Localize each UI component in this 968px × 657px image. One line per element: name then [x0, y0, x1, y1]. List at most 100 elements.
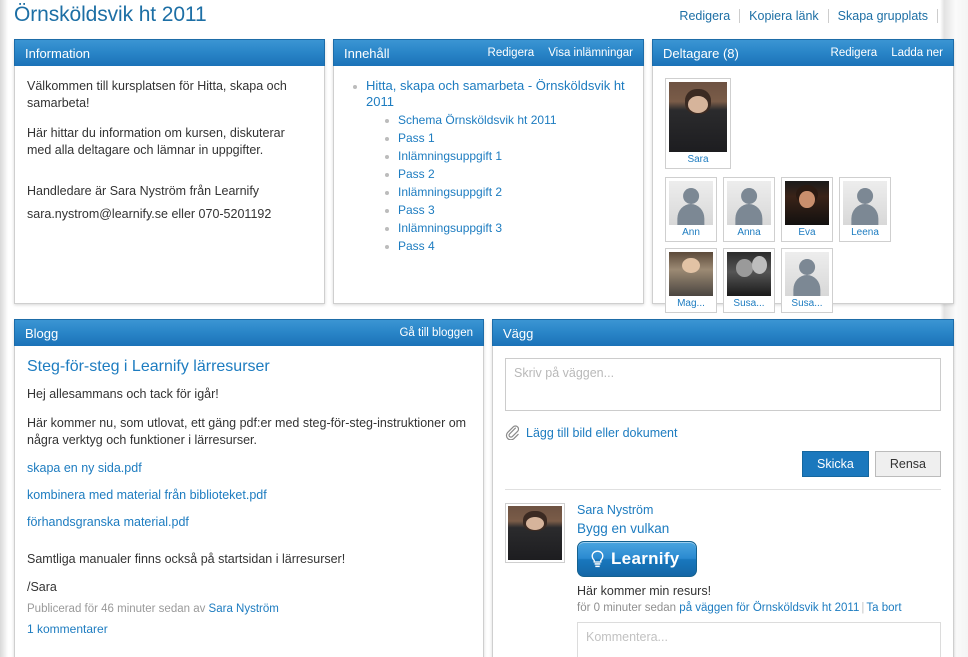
blog-attachment-link[interactable]: förhandsgranska material.pdf: [27, 515, 471, 529]
participant-card-featured[interactable]: Sara: [665, 78, 731, 169]
person-icon: [843, 181, 887, 225]
learnify-badge[interactable]: Learnify: [577, 541, 697, 577]
list-item[interactable]: Inlämningsuppgift 3: [382, 220, 631, 236]
list-item[interactable]: Pass 4: [382, 238, 631, 254]
content-item-link[interactable]: Pass 1: [398, 130, 631, 146]
create-group-link[interactable]: Skapa grupplats: [829, 9, 937, 23]
avatar[interactable]: [505, 503, 565, 563]
blog-author-link[interactable]: Sara Nyström: [209, 603, 279, 615]
content-item-link[interactable]: Inlämningsuppgift 3: [398, 220, 631, 236]
participant-name: Sara: [687, 154, 709, 165]
copy-link-link[interactable]: Kopiera länk: [740, 9, 828, 23]
blog-panel: Blogg Gå till bloggen Steg-för-steg i Le…: [14, 319, 484, 657]
blog-panel-actions: Gå till bloggen: [399, 327, 473, 339]
wall-attach-row: Lägg till bild eller dokument: [505, 425, 941, 441]
wall-clear-button[interactable]: Rensa: [874, 451, 941, 477]
top-action-links: Redigera Kopiera länk Skapa grupplats: [670, 9, 938, 23]
participant-name: Mag...: [677, 298, 705, 309]
participant-card[interactable]: Mag...: [665, 248, 717, 313]
blog-panel-header: Blogg Gå till bloggen: [14, 319, 484, 346]
content-item-link[interactable]: Pass 2: [398, 166, 631, 182]
wall-post-resource-title[interactable]: Bygg en vulkan: [577, 521, 941, 536]
page-title: Örnsköldsvik ht 2011: [14, 3, 207, 26]
participants-panel: Deltagare (8) Redigera Ladda ner Sara An…: [652, 39, 954, 313]
content-tree-children: Schema Örnsköldsvik ht 2011 Pass 1 Inläm…: [382, 112, 631, 254]
information-panel-header: Information: [14, 39, 325, 66]
list-item[interactable]: Inlämningsuppgift 2: [382, 184, 631, 200]
blog-attachment-link[interactable]: skapa en ny sida.pdf: [27, 461, 471, 475]
wall-panel-header: Vägg: [492, 319, 954, 346]
content-root-link[interactable]: Hitta, skapa och samarbeta - Örnsköldsvi…: [366, 78, 631, 110]
information-text: Välkommen till kursplatsen för Hitta, sk…: [27, 79, 287, 110]
participant-card[interactable]: Eva: [781, 177, 833, 242]
participant-card[interactable]: Leena: [839, 177, 891, 242]
divider: [937, 9, 938, 23]
wall-comment-input[interactable]: [577, 622, 941, 657]
participants-panel-body: Sara Ann Anna Eva Leena Mag... Susa... S…: [653, 66, 953, 323]
content-show-submissions-link[interactable]: Visa inlämningar: [548, 47, 633, 59]
content-panel-actions: Redigera Visa inlämningar: [488, 47, 633, 59]
page-root: Örnsköldsvik ht 2011 Redigera Kopiera lä…: [0, 0, 968, 657]
avatar: [669, 252, 713, 296]
lightbulb-icon: [590, 550, 605, 569]
content-tree: Hitta, skapa och samarbeta - Örnsköldsvi…: [350, 78, 631, 254]
list-item[interactable]: Schema Örnsköldsvik ht 2011: [382, 112, 631, 128]
information-panel: Information Välkommen till kursplatsen f…: [14, 39, 325, 304]
avatar: [843, 181, 887, 225]
content-item-link[interactable]: Schema Örnsköldsvik ht 2011: [398, 112, 631, 128]
avatar-photo: [508, 506, 562, 560]
blog-panel-title: Blogg: [25, 325, 59, 341]
go-to-blog-link[interactable]: Gå till bloggen: [399, 327, 473, 339]
content-item-link[interactable]: Inlämningsuppgift 1: [398, 148, 631, 164]
participant-name: Susa...: [733, 298, 765, 309]
participants-edit-link[interactable]: Redigera: [831, 47, 878, 59]
page-left-edge: [0, 0, 8, 657]
content-item-link[interactable]: Inlämningsuppgift 2: [398, 184, 631, 200]
wall-send-button[interactable]: Skicka: [802, 451, 869, 477]
blog-panel-body: Steg-för-steg i Learnify lärresurser Hej…: [15, 346, 483, 648]
participant-name: Leena: [851, 227, 879, 238]
avatar-image: [508, 506, 562, 560]
wall-post-author-link[interactable]: Sara Nyström: [577, 503, 941, 517]
wall-attach-link[interactable]: Lägg till bild eller dokument: [526, 426, 677, 440]
list-item[interactable]: Pass 2: [382, 166, 631, 182]
blog-greeting: Hej allesammans och tack för igår!: [27, 387, 219, 401]
participants-download-link[interactable]: Ladda ner: [891, 47, 943, 59]
content-tree-root-item[interactable]: Hitta, skapa och samarbeta - Örnsköldsvi…: [350, 78, 631, 254]
list-item[interactable]: Pass 3: [382, 202, 631, 218]
wall-compose-input[interactable]: [505, 358, 941, 411]
wall-post-delete-link[interactable]: Ta bort: [866, 602, 901, 614]
participants-panel-header: Deltagare (8) Redigera Ladda ner: [652, 39, 954, 66]
content-panel-title: Innehåll: [344, 45, 390, 61]
blog-attachment-link[interactable]: kombinera med material från biblioteket.…: [27, 488, 471, 502]
avatar: [669, 82, 727, 152]
information-paragraph: Här hittar du information om kursen, dis…: [27, 125, 312, 159]
information-contact-email: sara.nystrom@learnify.se eller 070-52011…: [27, 207, 272, 221]
list-item[interactable]: Inlämningsuppgift 1: [382, 148, 631, 164]
participant-card[interactable]: Susa...: [723, 248, 775, 313]
person-icon: [727, 181, 771, 225]
avatar: [785, 252, 829, 296]
edit-link[interactable]: Redigera: [670, 9, 739, 23]
information-panel-body: Välkommen till kursplatsen för Hitta, sk…: [15, 66, 324, 246]
content-item-link[interactable]: Pass 4: [398, 238, 631, 254]
blog-comments-link[interactable]: 1 kommentarer: [27, 622, 108, 636]
participant-card[interactable]: Susa...: [781, 248, 833, 313]
person-icon: [785, 252, 829, 296]
content-item-link[interactable]: Pass 3: [398, 202, 631, 218]
blog-closing: Samtliga manualer finns också på startsi…: [27, 552, 346, 566]
participant-card[interactable]: Anna: [723, 177, 775, 242]
content-panel-body: Hitta, skapa och samarbeta - Örnsköldsvi…: [334, 66, 643, 266]
wall-post-place-link[interactable]: på väggen för Örnsköldsvik ht 2011: [679, 602, 859, 614]
content-edit-link[interactable]: Redigera: [488, 47, 535, 59]
participants-panel-title: Deltagare (8): [663, 45, 739, 61]
participant-card[interactable]: Ann: [665, 177, 717, 242]
top-bar: Örnsköldsvik ht 2011 Redigera Kopiera lä…: [8, 0, 940, 34]
content-panel-header: Innehåll Redigera Visa inlämningar: [333, 39, 644, 66]
content-panel: Innehåll Redigera Visa inlämningar Hitta…: [333, 39, 644, 304]
avatar-photo: [785, 181, 829, 225]
list-item[interactable]: Pass 1: [382, 130, 631, 146]
blog-post-title[interactable]: Steg-för-steg i Learnify lärresurser: [27, 358, 471, 376]
wall-panel-title: Vägg: [503, 325, 534, 341]
wall-post-time: för 0 minuter sedan: [577, 602, 677, 614]
